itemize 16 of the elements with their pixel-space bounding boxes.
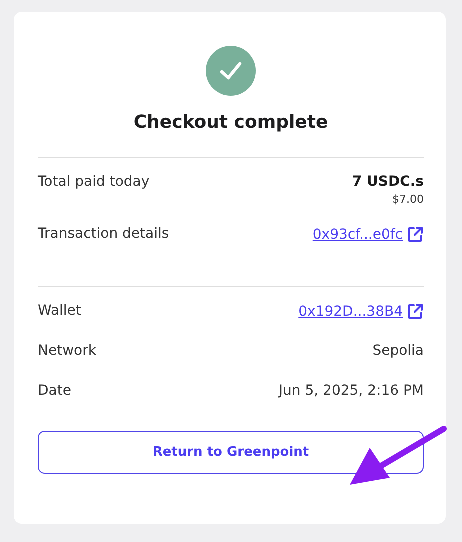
row-label: Date — [38, 383, 72, 399]
row-label: Transaction details — [38, 226, 170, 242]
external-link-icon[interactable] — [407, 226, 424, 243]
row-label: Network — [38, 343, 96, 359]
amount-fiat: $7.00 — [392, 193, 424, 206]
row-value: Sepolia — [372, 343, 424, 359]
row-value: Jun 5, 2025, 2:16 PM — [278, 383, 424, 399]
row-label: Total paid today — [38, 174, 150, 190]
title: Checkout complete — [134, 112, 328, 133]
address-link[interactable]: 0x192D...38B4 — [298, 304, 403, 320]
return-button[interactable]: Return to Greenpoint — [38, 431, 424, 474]
checkmark-icon — [206, 46, 256, 96]
external-link-icon[interactable] — [407, 303, 424, 320]
address-link[interactable]: 0x93cf...e0fc — [312, 226, 403, 242]
amount-value: 7 USDC.s — [352, 174, 424, 190]
row-label: Wallet — [38, 303, 82, 319]
